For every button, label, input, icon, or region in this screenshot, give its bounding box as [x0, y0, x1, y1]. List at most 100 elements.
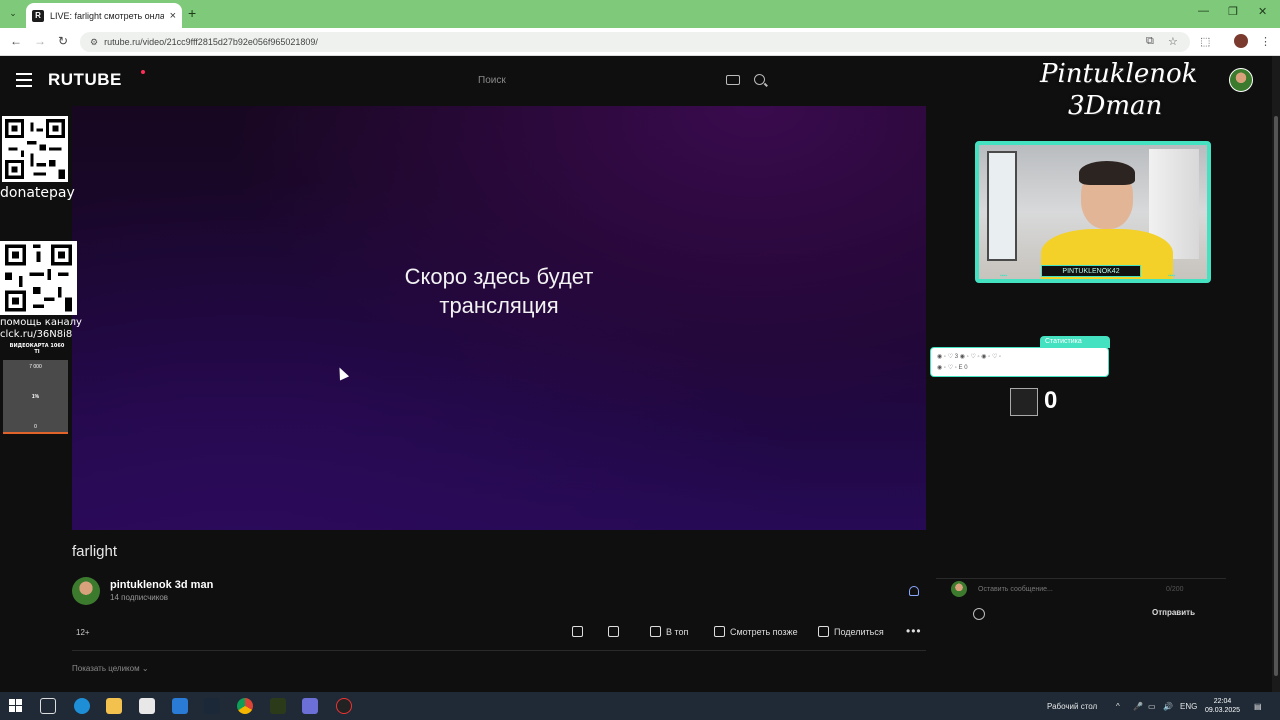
webcam-background-window: [987, 151, 1017, 261]
browser-tab[interactable]: R LIVE: farlight смотреть онлай... ×: [26, 3, 182, 28]
obs-icon[interactable]: [336, 698, 352, 714]
show-all-link[interactable]: Показать целиком ⌄: [72, 664, 149, 673]
chrome-icon[interactable]: [237, 698, 253, 714]
forward-icon[interactable]: →: [34, 34, 46, 48]
video-title: farlight: [72, 543, 118, 560]
tab-title: LIVE: farlight смотреть онлай...: [50, 10, 164, 21]
brand-line1: Pintuklenok: [1040, 59, 1198, 89]
tray-mic-icon[interactable]: 🎤: [1133, 702, 1143, 711]
file-explorer-icon[interactable]: [106, 698, 122, 714]
thumbs-down-icon: [608, 626, 619, 637]
hamburger-menu-icon[interactable]: [16, 73, 32, 87]
goal-current: 0: [34, 424, 37, 430]
tab-list-chevron-icon[interactable]: ⌄: [6, 6, 20, 20]
stats-row-2: ◉ ◦ ♡ ◦ E 0: [937, 365, 968, 371]
goal-percent: 1%: [31, 394, 40, 400]
app-icon[interactable]: [270, 698, 286, 714]
notification-bell-icon[interactable]: [909, 586, 919, 596]
webcam-side-label-left: ▪▪▪▪: [1000, 273, 1008, 279]
thumbs-up-icon: [572, 626, 583, 637]
close-window-icon[interactable]: ✕: [1258, 5, 1267, 18]
windows-start-icon[interactable]: [8, 698, 24, 714]
new-tab-icon[interactable]: +: [188, 5, 196, 21]
rutube-favicon-icon: R: [32, 9, 44, 22]
chat-user-avatar: [951, 581, 967, 597]
share-button[interactable]: Поделиться: [818, 626, 884, 637]
bookmark-star-icon[interactable]: ☆: [1168, 35, 1178, 48]
minimize-icon[interactable]: —: [1198, 5, 1209, 17]
notifications-icon[interactable]: ▤: [1254, 702, 1262, 711]
cast-icon[interactable]: ⧉: [1146, 35, 1154, 48]
bookmark-icon: [714, 626, 725, 637]
channel-avatar[interactable]: [72, 577, 100, 605]
top-label: В топ: [666, 626, 689, 637]
steam-icon[interactable]: [204, 698, 220, 714]
watch-later-label: Смотреть позже: [730, 626, 798, 637]
donatepay-qr-code: [2, 116, 68, 182]
chat-message-input[interactable]: Оставить сообщение...: [978, 586, 1053, 593]
show-all-label: Показать целиком: [72, 664, 140, 673]
brand-line2: 3Dman: [1068, 91, 1163, 121]
tray-volume-icon[interactable]: 🔊: [1163, 702, 1173, 711]
webcam-person-hair: [1079, 161, 1135, 185]
send-button[interactable]: Отправить: [1152, 608, 1195, 617]
maximize-icon[interactable]: ❐: [1228, 5, 1238, 18]
site-info-icon[interactable]: ⚙: [90, 37, 98, 48]
stream-soon-line2: трансляция: [439, 293, 559, 318]
search-icon[interactable]: [754, 74, 765, 85]
desktop-toolbar-label[interactable]: Рабочий стол: [1047, 702, 1097, 711]
store-icon[interactable]: [139, 698, 155, 714]
task-view-icon[interactable]: [40, 698, 56, 714]
reload-icon[interactable]: ↻: [58, 34, 68, 48]
search-input[interactable]: Поиск: [478, 75, 506, 86]
rocket-icon: [650, 626, 661, 637]
share-label: Поделиться: [834, 626, 884, 637]
keyboard-icon[interactable]: [726, 75, 740, 85]
donation-goal-bar: 7 000 1% 0: [3, 360, 68, 434]
stats-row-1: ◉ ◦ ♡ 3 ◉ ◦ ♡ ◦ ◉ ◦ ♡ ◦: [937, 354, 1002, 360]
video-player[interactable]: Скоро здесь будет трансляция: [72, 106, 926, 530]
browser-tab-bar: ⌄ R LIVE: farlight смотреть онлай... × +…: [0, 0, 1280, 28]
rutube-logo[interactable]: RUTUBE: [48, 70, 122, 90]
top-button[interactable]: В топ: [650, 626, 688, 637]
menu-dots-icon[interactable]: ⋮: [1260, 35, 1271, 48]
language-indicator[interactable]: ENG: [1180, 702, 1197, 711]
back-icon[interactable]: ←: [10, 34, 22, 48]
scrollbar-thumb[interactable]: [1274, 116, 1278, 676]
help-line2: clck.ru/36N8i8: [0, 329, 73, 340]
tray-chevron-icon[interactable]: ^: [1116, 702, 1120, 711]
edge-browser-icon[interactable]: [74, 698, 90, 714]
dislike-button[interactable]: [608, 626, 619, 637]
emoji-icon[interactable]: [973, 608, 985, 620]
mail-icon[interactable]: [172, 698, 188, 714]
stream-soon-line1: Скоро здесь будет: [404, 264, 594, 289]
goal-title: ВИДЕОКАРТА 1060 TI: [9, 343, 65, 355]
discord-icon[interactable]: [302, 698, 318, 714]
help-channel-text: помощь каналу clck.ru/36N8i8: [0, 317, 82, 341]
url-field[interactable]: ⚙ rutube.ru/video/21cc9fff2815d27b92e056…: [80, 32, 1190, 52]
address-bar: ← → ↻ ⚙ rutube.ru/video/21cc9fff2815d27b…: [0, 28, 1280, 56]
extensions-icon[interactable]: ⬚: [1200, 35, 1210, 48]
stream-soon-message: Скоро здесь будет трансляция: [72, 262, 926, 320]
share-arrow-icon: [818, 626, 829, 637]
chat-char-counter: 0/200: [1166, 586, 1184, 593]
watch-later-button[interactable]: Смотреть позже: [714, 626, 798, 637]
viewer-counter: 0: [1044, 387, 1058, 414]
webcam-overlay: [975, 141, 1211, 283]
like-button[interactable]: [572, 626, 583, 637]
webcam-name-label: PINTUKLENOK42: [1041, 265, 1141, 277]
stats-widget: ◉ ◦ ♡ 3 ◉ ◦ ♡ ◦ ◉ ◦ ♡ ◦ ◉ ◦ ♡ ◦ E 0: [930, 347, 1109, 377]
tray-display-icon[interactable]: ▭: [1148, 702, 1156, 711]
site-header: RUTUBE Поиск: [0, 56, 930, 106]
close-tab-icon[interactable]: ×: [170, 10, 176, 22]
more-options-icon[interactable]: •••: [906, 624, 922, 638]
channel-name[interactable]: pintuklenok 3d man: [110, 579, 213, 591]
help-line1: помощь каналу: [0, 317, 82, 328]
clock-time: 22:04: [1213, 698, 1232, 705]
profile-avatar[interactable]: [1234, 34, 1248, 48]
donatepay-label: donatepay: [0, 185, 75, 201]
streamer-brand-logo: Pintuklenok 3Dman: [1040, 58, 1235, 124]
help-channel-qr-code: [0, 241, 77, 315]
goal-target: 7 000: [29, 364, 42, 370]
system-clock[interactable]: 22:04 09.03.2025: [1205, 697, 1240, 715]
